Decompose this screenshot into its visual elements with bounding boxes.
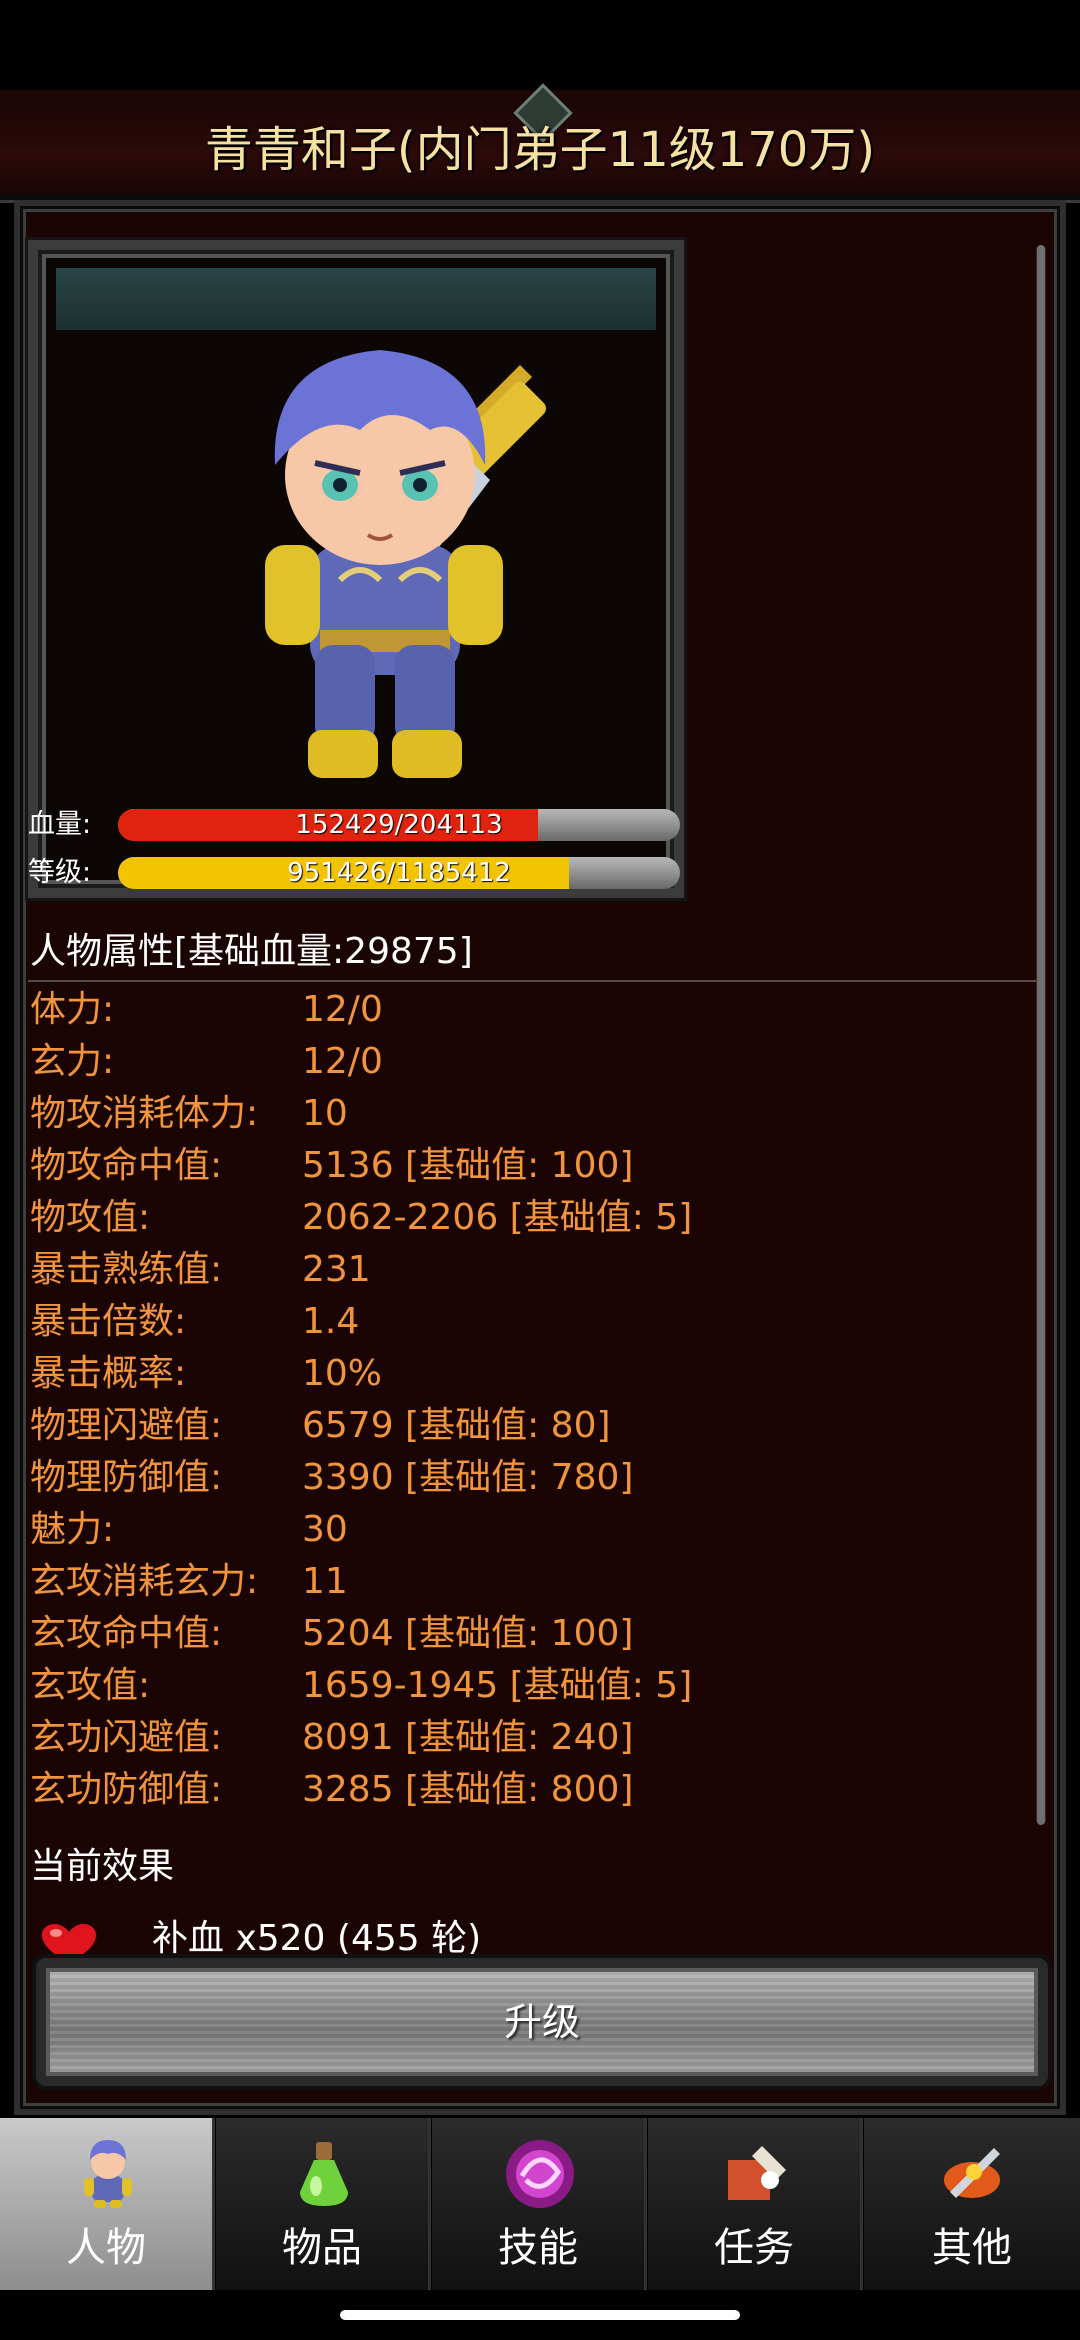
attribute-row: 暴击倍数: 1.4 (30, 1296, 1030, 1348)
attribute-name: 玄攻命中值: (30, 1613, 223, 1654)
attribute-value: 8091 [基础值: 240] (302, 1717, 634, 1758)
attribute-value: 30 (302, 1509, 348, 1550)
attribute-name: 玄攻消耗玄力: (30, 1561, 259, 1602)
attribute-name: 玄功防御值: (30, 1769, 223, 1810)
tab-other-label: 其他 (932, 2225, 1012, 2271)
attribute-value: 231 (302, 1249, 371, 1290)
attribute-row: 暴击熟练值: 231 (30, 1244, 1030, 1296)
attribute-name: 魅力: (30, 1509, 115, 1550)
attribute-value: 5204 [基础值: 100] (302, 1613, 634, 1654)
attribute-row: 玄功防御值: 3285 [基础值: 800] (30, 1764, 1030, 1816)
attribute-row: 玄攻消耗玄力: 11 (30, 1556, 1030, 1608)
attribute-name: 玄攻值: (30, 1665, 151, 1706)
other-icon (944, 2148, 1000, 2198)
attribute-value: 5136 [基础值: 100] (302, 1145, 634, 1186)
hp-value: 152429/204113 (295, 810, 503, 840)
attribute-name: 物理闪避值: (30, 1405, 223, 1446)
level-label: 等级: (28, 857, 92, 888)
upgrade-button[interactable]: 升级 (36, 1958, 1048, 2086)
tab-skills[interactable]: 技能 (432, 2118, 647, 2290)
tab-character[interactable]: 人物 (0, 2118, 215, 2290)
attribute-name: 暴击倍数: (30, 1301, 187, 1342)
hp-bar: 152429/204113 (118, 809, 680, 841)
tab-items-label: 物品 (282, 2225, 362, 2271)
attribute-row: 体力: 12/0 (30, 984, 1030, 1036)
attribute-row: 物理闪避值: 6579 [基础值: 80] (30, 1400, 1030, 1452)
tab-quests-label: 任务 (714, 2225, 794, 2271)
attribute-name: 物攻命中值: (30, 1145, 223, 1186)
attribute-value: 2062-2206 [基础值: 5] (302, 1197, 693, 1238)
attribute-row: 物攻命中值: 5136 [基础值: 100] (30, 1140, 1030, 1192)
attribute-name: 暴击熟练值: (30, 1249, 223, 1290)
attribute-row: 玄力: 12/0 (30, 1036, 1030, 1088)
home-indicator[interactable] (340, 2310, 740, 2320)
character-portrait-icon (265, 350, 546, 778)
attribute-row: 暴击概率: 10% (30, 1348, 1030, 1400)
attribute-row: 物攻值: 2062-2206 [基础值: 5] (30, 1192, 1030, 1244)
exp-value: 951426/1185412 (287, 858, 511, 888)
attribute-value: 3390 [基础值: 780] (302, 1457, 634, 1498)
attribute-row: 玄攻值: 1659-1945 [基础值: 5] (30, 1660, 1030, 1712)
attribute-value: 1659-1945 [基础值: 5] (302, 1665, 693, 1706)
attribute-value: 12/0 (302, 989, 383, 1030)
attribute-value: 10% (302, 1353, 383, 1394)
attribute-name: 物攻值: (30, 1197, 151, 1238)
skill-orb-icon (506, 2140, 574, 2208)
attribute-value: 6579 [基础值: 80] (302, 1405, 611, 1446)
attribute-name: 物攻消耗体力: (30, 1093, 259, 1134)
tab-character-label: 人物 (66, 2225, 146, 2271)
effects-heading: 当前效果 (30, 1846, 175, 1887)
tab-items[interactable]: 物品 (216, 2118, 431, 2290)
attribute-value: 11 (302, 1561, 348, 1602)
attribute-row: 魅力: 30 (30, 1504, 1030, 1556)
attribute-value: 1.4 (302, 1301, 360, 1342)
status-bar (0, 0, 1080, 90)
attribute-value: 3285 [基础值: 800] (302, 1769, 634, 1810)
hp-label: 血量: (28, 809, 92, 840)
attribute-row: 玄攻命中值: 5204 [基础值: 100] (30, 1608, 1030, 1660)
attribute-name: 暴击概率: (30, 1353, 187, 1394)
attributes-list: 体力: 12/0 玄力: 12/0 物攻消耗体力: 10 物攻命中值: 5136 [基础… (30, 984, 1030, 1816)
tab-quests[interactable]: 任务 (648, 2118, 863, 2290)
attributes-divider (28, 980, 1038, 982)
attribute-name: 玄力: (30, 1041, 115, 1082)
attribute-row: 物理防御值: 3390 [基础值: 780] (30, 1452, 1030, 1504)
attributes-heading: 人物属性[基础血量:29875] (30, 931, 473, 972)
page-title: 青青和子(内门弟子11级170万) (204, 122, 876, 178)
tab-other[interactable]: 其他 (864, 2118, 1080, 2290)
potion-icon (300, 2142, 348, 2206)
attribute-name: 玄功闪避值: (30, 1717, 223, 1758)
attribute-value: 12/0 (302, 1041, 383, 1082)
quest-icon (728, 2146, 786, 2200)
attribute-name: 体力: (30, 989, 115, 1030)
scrollbar-thumb[interactable] (1037, 245, 1045, 1825)
portrait-header-strip (56, 268, 656, 330)
upgrade-button-label: 升级 (503, 2000, 580, 2044)
attribute-row: 玄功闪避值: 8091 [基础值: 240] (30, 1712, 1030, 1764)
character-icon (84, 2140, 132, 2208)
tab-skills-label: 技能 (498, 2225, 578, 2271)
attribute-value: 10 (302, 1093, 348, 1134)
exp-bar: 951426/1185412 (118, 857, 680, 889)
attribute-row: 物攻消耗体力: 10 (30, 1088, 1030, 1140)
attribute-name: 物理防御值: (30, 1457, 223, 1498)
